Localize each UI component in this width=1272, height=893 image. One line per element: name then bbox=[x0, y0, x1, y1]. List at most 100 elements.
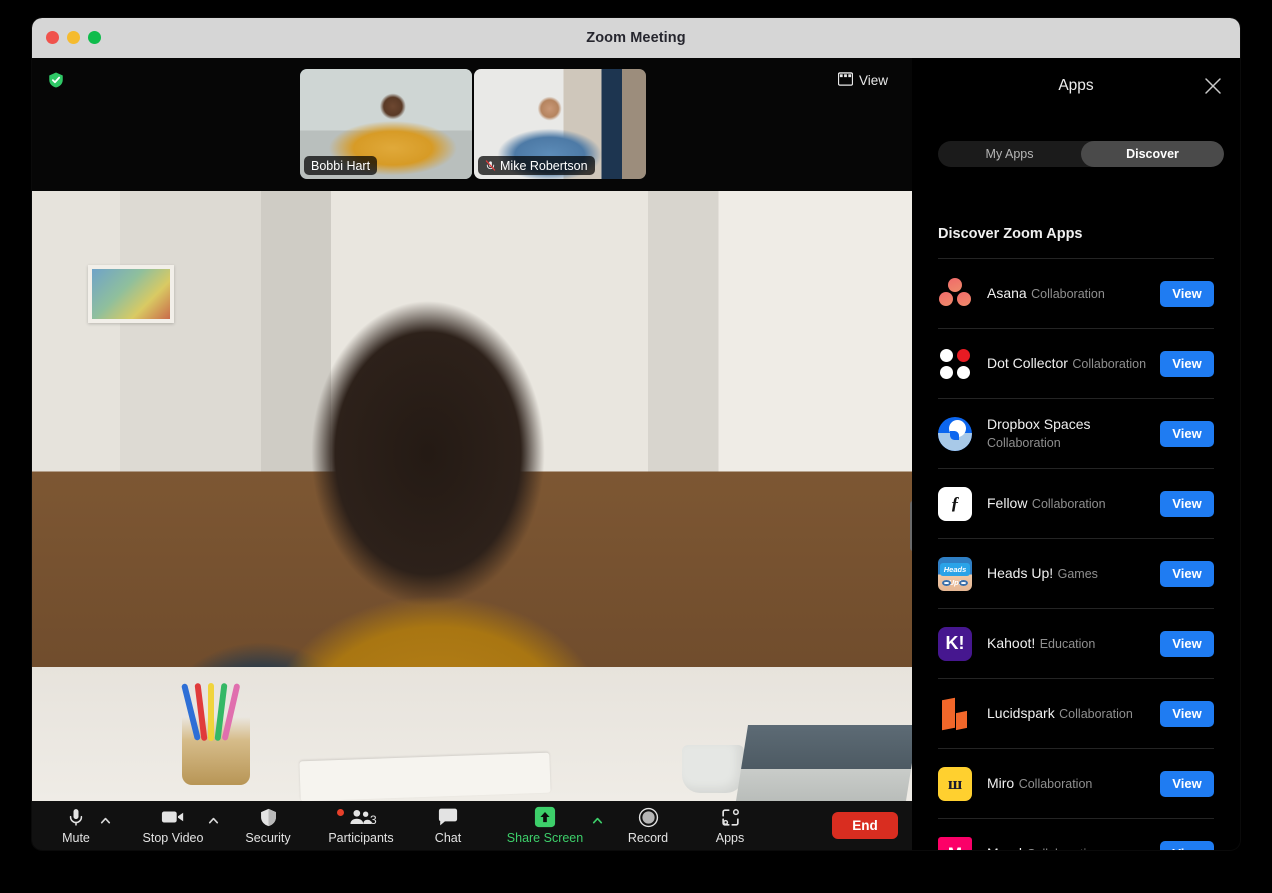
view-button[interactable]: View bbox=[1160, 631, 1214, 657]
mute-label: Mute bbox=[62, 831, 90, 846]
list-item[interactable]: Dot Collector Collaboration View bbox=[938, 328, 1214, 398]
view-layout-button[interactable]: View bbox=[832, 68, 894, 92]
app-text: Lucidspark Collaboration bbox=[987, 704, 1160, 723]
window-title: Zoom Meeting bbox=[32, 18, 1240, 58]
video-options-chevron-up-icon[interactable] bbox=[207, 814, 220, 827]
wall-art bbox=[88, 265, 174, 323]
layout-grid-icon bbox=[838, 72, 853, 89]
shield-icon bbox=[258, 805, 279, 829]
video-stage: Bobbi Hart bbox=[32, 58, 912, 850]
window-titlebar: Zoom Meeting bbox=[32, 18, 1240, 58]
view-button[interactable]: View bbox=[1160, 421, 1214, 447]
app-name: Dot Collector bbox=[987, 355, 1068, 371]
app-category: Games bbox=[1058, 567, 1098, 581]
miro-icon: ш bbox=[938, 767, 972, 801]
camera-icon bbox=[161, 805, 185, 829]
list-item[interactable]: Lucidspark Collaboration View bbox=[938, 678, 1214, 748]
security-button[interactable]: Security bbox=[226, 801, 310, 850]
mural-icon-letter: M bbox=[948, 844, 962, 851]
discover-heading: Discover Zoom Apps bbox=[938, 226, 1083, 242]
app-text: Asana Collaboration bbox=[987, 284, 1160, 303]
share-screen-icon bbox=[534, 805, 556, 829]
view-button[interactable]: View bbox=[1160, 351, 1214, 377]
participants-label: Participants bbox=[328, 831, 393, 846]
heads-up-icon: Heads Up! bbox=[938, 557, 972, 591]
apps-panel-header: Apps bbox=[912, 58, 1240, 114]
app-text: Fellow Collaboration bbox=[987, 494, 1160, 513]
app-name: Heads Up! bbox=[987, 565, 1053, 581]
dot-collector-icon bbox=[938, 347, 972, 381]
stop-video-label: Stop Video bbox=[143, 831, 204, 846]
kahoot-icon: K! bbox=[938, 627, 972, 661]
stop-video-button[interactable]: Stop Video bbox=[120, 801, 226, 850]
dropbox-spaces-icon bbox=[938, 417, 972, 451]
mute-button[interactable]: Mute bbox=[32, 801, 120, 850]
apps-panel-tabs: My Apps Discover bbox=[938, 141, 1224, 167]
heads-up-icon-label: Heads Up! bbox=[940, 563, 970, 576]
app-category: Collaboration bbox=[1072, 357, 1146, 371]
apps-panel-title: Apps bbox=[912, 58, 1240, 114]
view-button[interactable]: View bbox=[1160, 281, 1214, 307]
app-category: Collaboration bbox=[1031, 287, 1105, 301]
list-item[interactable]: K! Kahoot! Education View bbox=[938, 608, 1214, 678]
mural-icon: M bbox=[938, 837, 972, 851]
screen-root: Zoom Meeting Bobbi Hart bbox=[0, 0, 1272, 893]
share-options-chevron-up-icon[interactable] bbox=[591, 814, 604, 827]
apps-label: Apps bbox=[716, 831, 745, 846]
participant-thumbnail[interactable]: Mike Robertson bbox=[474, 69, 646, 179]
app-text: Mural Collaboration bbox=[987, 844, 1160, 850]
asana-icon bbox=[938, 277, 972, 311]
chat-button[interactable]: Chat bbox=[412, 801, 484, 850]
app-name: Lucidspark bbox=[987, 705, 1055, 721]
participant-name: Bobbi Hart bbox=[311, 159, 370, 173]
zoom-meeting-window: Zoom Meeting Bobbi Hart bbox=[32, 18, 1240, 850]
chat-label: Chat bbox=[435, 831, 461, 846]
app-category: Collaboration bbox=[1059, 707, 1133, 721]
participants-count: 3 bbox=[370, 813, 377, 827]
app-name: Fellow bbox=[987, 495, 1027, 511]
view-button[interactable]: View bbox=[1160, 491, 1214, 517]
record-circle-icon bbox=[638, 805, 659, 829]
apps-list[interactable]: Asana Collaboration View Dot Collector C… bbox=[912, 258, 1240, 850]
tab-discover[interactable]: Discover bbox=[1081, 141, 1224, 167]
view-button[interactable]: View bbox=[1160, 771, 1214, 797]
apps-button[interactable]: Apps bbox=[690, 801, 770, 850]
view-button[interactable]: View bbox=[1160, 561, 1214, 587]
close-icon[interactable] bbox=[1202, 75, 1224, 97]
participant-name: Mike Robertson bbox=[500, 159, 588, 173]
list-item[interactable]: ƒ Fellow Collaboration View bbox=[938, 468, 1214, 538]
speaker-video-feed bbox=[32, 191, 912, 801]
participant-name-badge: Mike Robertson bbox=[478, 156, 595, 175]
participants-button[interactable]: 3 Participants bbox=[310, 801, 412, 850]
app-text: Dot Collector Collaboration bbox=[987, 354, 1160, 373]
microphone-icon bbox=[66, 805, 86, 829]
audio-options-chevron-up-icon[interactable] bbox=[99, 814, 112, 827]
view-button[interactable]: View bbox=[1160, 701, 1214, 727]
app-name: Mural bbox=[987, 845, 1022, 850]
app-name: Miro bbox=[987, 775, 1014, 791]
app-text: Heads Up! Games bbox=[987, 564, 1160, 583]
app-text: Kahoot! Education bbox=[987, 634, 1160, 653]
list-item[interactable]: M Mural Collaboration View bbox=[938, 818, 1214, 850]
list-item[interactable]: ш Miro Collaboration View bbox=[938, 748, 1214, 818]
participant-thumbnail-strip: Bobbi Hart bbox=[32, 58, 912, 190]
share-screen-label: Share Screen bbox=[507, 831, 583, 846]
app-name: Asana bbox=[987, 285, 1027, 301]
app-text: Dropbox Spaces Collaboration bbox=[987, 415, 1160, 452]
share-screen-button[interactable]: Share Screen bbox=[484, 801, 606, 850]
app-text: Miro Collaboration bbox=[987, 774, 1160, 793]
chat-bubble-icon bbox=[437, 805, 459, 829]
tab-my-apps[interactable]: My Apps bbox=[938, 141, 1081, 167]
view-button[interactable]: View bbox=[1160, 841, 1214, 851]
record-button[interactable]: Record bbox=[606, 801, 690, 850]
end-meeting-button[interactable]: End bbox=[832, 812, 898, 839]
muted-microphone-icon bbox=[485, 159, 496, 172]
list-item[interactable]: Dropbox Spaces Collaboration View bbox=[938, 398, 1214, 468]
list-item[interactable]: Heads Up! Heads Up! Games View bbox=[938, 538, 1214, 608]
active-speaker-video[interactable] bbox=[32, 191, 912, 801]
mug-prop bbox=[682, 745, 744, 793]
security-label: Security bbox=[245, 831, 290, 846]
list-item[interactable]: Asana Collaboration View bbox=[938, 258, 1214, 328]
raise-hand-indicator-dot bbox=[337, 809, 344, 816]
participant-thumbnail[interactable]: Bobbi Hart bbox=[300, 69, 472, 179]
